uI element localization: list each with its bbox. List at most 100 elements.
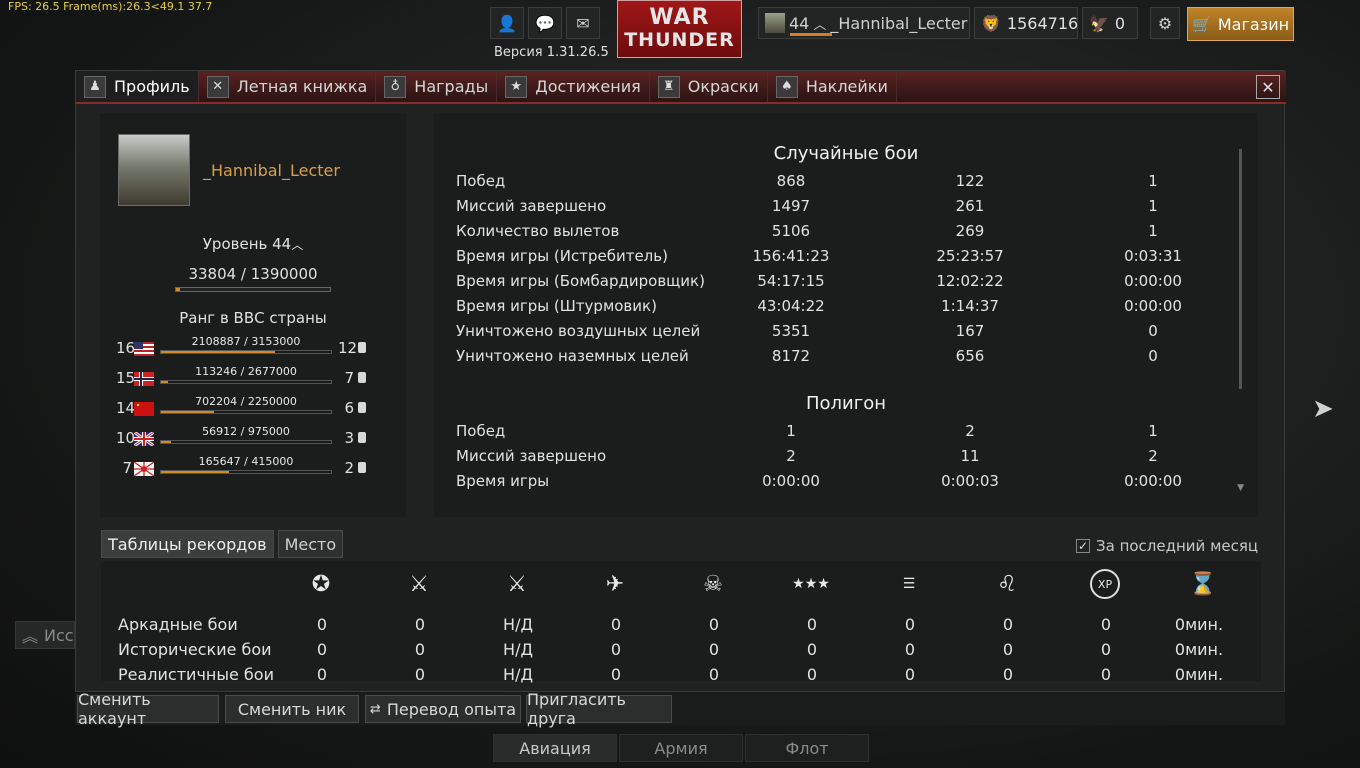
nation-tier: 7 [344,369,354,387]
chat-icon: 💬 [535,13,555,33]
nation-tier: 2 [344,459,354,477]
cell: 0 [1100,665,1112,684]
rank-title: Ранг в ВВС страны [179,309,327,327]
nation-row-norway[interactable]: 15 113246 / 2677000 7 [116,365,396,391]
player-nick: _Hannibal_Lecter [203,161,340,180]
golden-eagles[interactable]: 🦅 0 [1082,7,1138,39]
cell: 0мин. [1174,665,1224,684]
person-icon: 👤 [497,13,517,33]
tab-achievements[interactable]: ★ Достижения [497,71,650,102]
cell: 0 [904,665,916,684]
last-month-toggle[interactable]: ✓ За последний месяц [1076,537,1258,555]
xp-icon[interactable]: XP [1090,569,1120,599]
hourglass-icon[interactable]: ⌛ [1188,569,1218,599]
tab-aviation[interactable]: Авиация [493,734,617,762]
cell: 0 [806,640,818,659]
medal-icon [358,432,366,443]
close-button[interactable]: ✕ [1256,75,1280,99]
invite-friend-button[interactable]: Пригласить друга [526,690,672,728]
tab-profile[interactable]: ♟ Профиль [76,71,199,102]
player-avatar[interactable] [118,134,190,206]
settings-button[interactable]: ⚙ [1150,7,1180,39]
level-text: Уровень 44 [202,235,292,253]
chevron-up-icon: ︿ [813,17,827,33]
cell: 0 [1100,615,1112,634]
tab-place[interactable]: Место [277,530,344,558]
settings-icon: ⚙ [1157,13,1173,33]
medal-icon [358,402,366,413]
mail-button[interactable]: ✉ [566,7,600,39]
nation-rank: 7 [122,459,132,477]
tab-awards[interactable]: ♁ Награды [376,71,498,102]
stats-scrollbar[interactable] [1239,149,1242,389]
tab-logbook-label: Летная книжка [236,77,368,96]
chat-button[interactable]: 💬 [528,7,562,39]
tab-decals-label: Наклейки [805,77,888,96]
tab-logbook[interactable]: ✕ Летная книжка [199,71,377,102]
nation-rank: 16 [116,339,136,357]
player-level: 44 [789,13,810,33]
shop-label: Магазин [1217,14,1290,34]
cell: 0 [1002,665,1014,684]
cell: Н/Д [503,640,533,659]
chevrons-up-icon: ︽ [22,627,39,646]
scroll-down-icon[interactable]: ▼ [1237,483,1244,493]
shop-button[interactable]: 🛒 Магазин [1187,7,1294,41]
nation-row-usa[interactable]: 16 2108887 / 3153000 12 [116,335,396,361]
medal-icon [358,462,366,473]
stat-label: Количество вылетов [456,222,620,240]
cell: 0 [414,665,426,684]
nation-tier: 6 [344,399,354,417]
logo-line-1: WAR [649,5,710,30]
change-nick-button[interactable]: Сменить ник [225,695,359,723]
medal-icon [358,372,366,383]
stats-panel[interactable]: Случайные бои Побед 868 122 1 Миссий заверш… [434,113,1258,517]
crossed-swords-icon[interactable]: ⚔ [404,569,434,599]
victories-icon[interactable]: ✪ [306,569,336,599]
stat-label: Уничтожено наземных целей [456,347,689,365]
side-panel-collapsed[interactable]: ︽ Исс [15,621,75,649]
nation-row-ussr[interactable]: 14 702204 / 2250000 6 [116,395,396,421]
stat-value: 167 [955,322,985,340]
version-label: Версия 1.31.26.5 [494,45,609,60]
nation-tier: 3 [344,429,354,447]
stat-row: Уничтожено воздушных целей 5351 167 0 [456,319,1246,344]
nation-row-japan[interactable]: 7 165647 / 415000 2 [116,455,396,481]
stat-value: 8172 [771,347,811,365]
air-kills-icon[interactable]: ✈ [600,569,630,599]
cell: 0 [316,615,328,634]
profile-actions: Сменить аккаунт Сменить ник ⇄ Перевод оп… [75,690,1285,728]
profile-summary: _Hannibal_Lecter Уровень 44︿ 33804 / 139… [100,113,406,517]
tab-army[interactable]: Армия [619,734,743,762]
stat-value: 2 [965,422,975,440]
stat-value: 43:04:22 [757,297,825,315]
stat-label: Время игры (Истребитель) [456,247,668,265]
checkmark-icon: ✓ [1076,539,1090,553]
leaderboard-table: ✪ ⚔ ⚔ ✈ ☠ ★★★ ☰ ♌ XP ⌛ Аркадные бои 0 0 … [101,561,1261,684]
tab-fleet[interactable]: Флот [745,734,869,762]
swords-ratio-icon[interactable]: ⚔ [502,569,532,599]
transfer-xp-button[interactable]: ⇄ Перевод опыта [365,695,521,723]
nation-points: 113246 / 2677000 [195,365,297,378]
ribbons-icon[interactable]: ☰ [894,569,924,599]
stat-value: 1 [786,422,796,440]
table-row: Реалистичные бои 0 0 Н/Д 0 0 0 0 0 0 0ми… [118,662,1258,687]
stat-value: 1 [1148,197,1158,215]
tab-decals[interactable]: ♠ Наклейки [768,71,897,102]
lion-icon[interactable]: ♌ [992,569,1022,599]
cell: 0 [1100,640,1112,659]
close-icon: ✕ [1261,77,1275,97]
tab-leaderboards[interactable]: Таблицы рекордов [101,530,274,558]
change-account-button[interactable]: Сменить аккаунт [77,690,219,728]
stars-icon[interactable]: ★★★ [792,569,830,599]
cell: 0 [904,615,916,634]
stat-row: Время игры 0:00:00 0:00:03 0:00:00 [456,469,1246,494]
tab-skins[interactable]: ♜ Окраски [650,71,768,102]
skull-icon[interactable]: ☠ [698,569,728,599]
row-label: Исторические бои [118,640,272,659]
nation-row-uk[interactable]: 10 56912 / 975000 3 [116,425,396,451]
war-thunder-logo: WAR THUNDER [617,0,742,58]
friends-button[interactable]: 👤 [490,7,524,39]
skin-icon: ♜ [657,75,680,98]
stat-value: 269 [955,222,985,240]
